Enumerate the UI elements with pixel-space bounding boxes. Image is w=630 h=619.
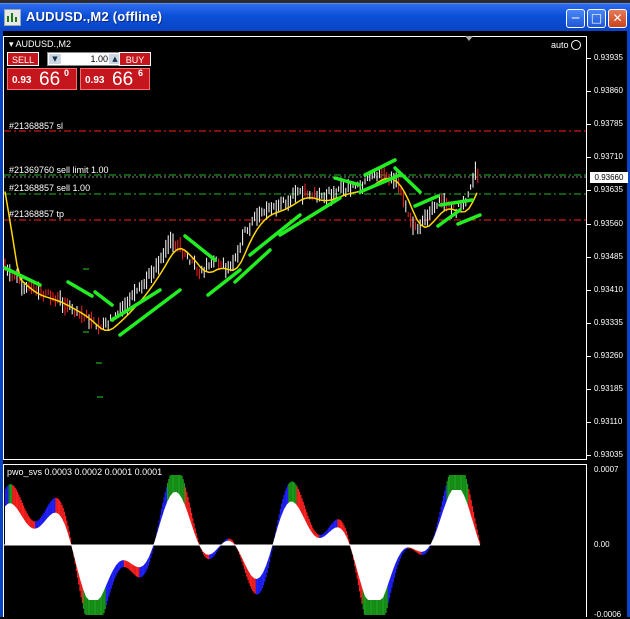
envelope-segment [335,178,360,185]
order-label-sell-limit[interactable]: #21369760 sell limit 1.00 [9,165,109,175]
price-axis-tick [587,190,591,191]
envelope-segment [440,200,472,205]
price-axis-label: 0.93110 [594,417,622,426]
price-axis-tick [587,323,591,324]
price-axis-label: 0.93485 [594,252,623,261]
indicator-label: pwo_svs 0.0003 0.0002 0.0001 0.0001 [7,467,162,477]
price-axis-tick [587,389,591,390]
price-axis-label: 0.93335 [594,318,623,327]
order-label-sl[interactable]: #21368857 sl [9,121,63,131]
symbol-triangle-icon: ▾ [9,39,14,49]
price-axis-label: 0.93560 [594,219,623,228]
sell-button[interactable]: SELL [7,52,39,66]
indicator-axis-min: -0.0006 [594,610,621,619]
price-axis-tick [587,91,591,92]
envelope-segment [95,292,112,305]
price-axis-tick [587,356,591,357]
price-axis-label: 0.93785 [594,119,623,128]
price-axis-label: 0.93410 [594,285,623,294]
price-axis-label: 0.93185 [594,384,623,393]
lot-size-field[interactable]: ▼ 1.00 ▲ [47,52,123,66]
price-axis-tick [587,58,591,59]
lot-decrease-arrow-icon[interactable]: ▼ [49,54,61,64]
price-axis-tick [587,455,591,456]
envelope-segment [280,198,340,235]
chart-symbol-label: ▾ AUDUSD.,M2 [9,39,71,50]
buy-quote-fraction: 6 [138,68,143,78]
indicator-axis-max: 0.0007 [594,465,618,474]
chart-shift-marker-icon[interactable] [465,36,473,41]
price-axis-label: 0.93860 [594,86,623,95]
buy-button[interactable]: BUY [119,52,151,66]
price-axis-label: 0.93035 [594,450,623,459]
price-axis-label: 0.93935 [594,53,623,62]
buy-quote-prefix: 0.93 [85,75,104,86]
price-axis-tick [587,290,591,291]
price-axis-label: 0.93710 [594,152,623,161]
order-label-tp[interactable]: #21368857 tp [9,209,64,219]
autotrading-label: auto [551,40,569,50]
price-axis-tick [587,257,591,258]
envelope-segment [185,236,215,260]
sell-quote-fraction: 0 [64,68,69,78]
buy-quote-pips: 66 [112,69,133,91]
price-axis-label: 0.93260 [594,351,623,360]
envelope-segment [68,282,92,296]
price-chart-canvas[interactable] [0,0,630,617]
price-axis-tick [587,224,591,225]
buy-quote-box[interactable]: 0.93 66 6 [80,68,150,90]
price-axis-tick [587,124,591,125]
price-axis-label: 0.93635 [594,185,623,194]
price-axis-tick [587,422,591,423]
lot-size-value[interactable]: 1.00 [62,53,108,65]
current-price-tag: 0.93660 [590,172,628,183]
sell-quote-prefix: 0.93 [12,75,31,86]
envelope-segment [458,215,480,224]
price-axis-tick [587,157,591,158]
expert-smiley-icon[interactable] [571,40,581,50]
sell-quote-box[interactable]: 0.93 66 0 [7,68,77,90]
envelope-segment [365,160,395,175]
indicator-axis-zero: 0.00 [594,540,610,549]
envelope-segment [112,290,160,320]
order-label-sell[interactable]: #21368857 sell 1.00 [9,183,90,193]
sell-quote-pips: 66 [39,69,60,91]
chart-symbol-text: AUDUSD.,M2 [16,39,72,49]
